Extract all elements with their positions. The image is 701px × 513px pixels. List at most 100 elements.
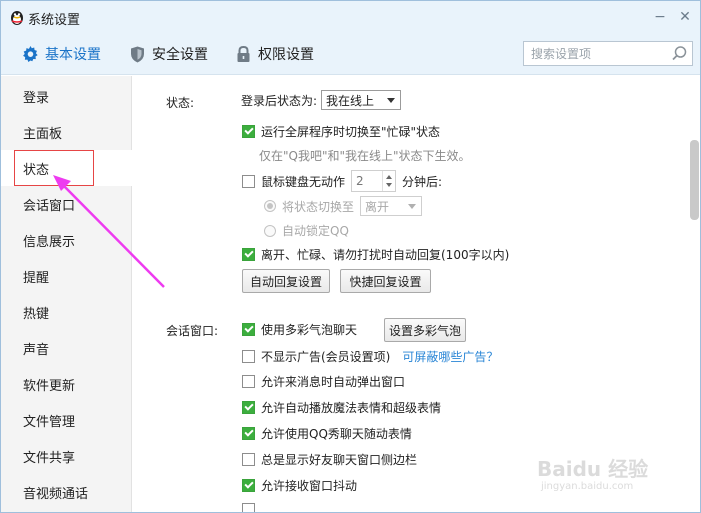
idle-minutes-value: 2: [356, 174, 364, 188]
window-title: 系统设置: [28, 13, 81, 28]
chevron-down-icon: [387, 98, 396, 103]
shield-icon: [128, 45, 146, 63]
quick-reply-settings-button[interactable]: 快捷回复设置: [340, 269, 431, 293]
sidebar-item-reminders[interactable]: 提醒: [1, 258, 132, 294]
idle-lock-option[interactable]: 自动锁定QQ: [264, 222, 349, 239]
checkbox[interactable]: [242, 427, 255, 440]
sidebar-item-av-call[interactable]: 音视频通话: [1, 474, 132, 510]
tab-basic-settings-label: 基本设置: [45, 47, 101, 63]
sidebar-item-label: 提醒: [23, 270, 50, 286]
sidebar-item-label: 会话窗口: [23, 198, 76, 214]
qq-penguin-icon: [8, 8, 26, 26]
chat-option-label: 允许来消息时自动弹出窗口: [261, 375, 406, 389]
sidebar-item-software-update[interactable]: 软件更新: [1, 366, 132, 402]
gear-icon: [21, 45, 39, 63]
sidebar-item-main-panel[interactable]: 主面板: [1, 114, 132, 150]
sidebar-item-label: 主面板: [23, 126, 63, 142]
checkbox[interactable]: [242, 479, 255, 492]
idle-switch-label: 将状态切换至: [282, 199, 355, 214]
chat-option-label: 不显示广告(会员设置项): [261, 350, 391, 364]
close-icon: ✕: [679, 9, 691, 25]
sidebar-item-info-display[interactable]: 信息展示: [1, 222, 132, 258]
search-input[interactable]: [524, 42, 664, 65]
settings-content: 状态: 登录后状态为: 我在线上 运行全屏程序时切换至"忙碌"状态 仅在"Q我吧…: [133, 76, 688, 512]
checkbox[interactable]: [242, 375, 255, 388]
lock-icon: [234, 45, 252, 63]
login-status-value: 我在线上: [326, 93, 375, 108]
auto-reply-label: 离开、忙碌、请勿打扰时自动回复(100字以内): [261, 248, 510, 262]
chat-option-magic-emoji[interactable]: 允许自动播放魔法表情和超级表情: [242, 399, 441, 416]
sidebar-item-hotkeys[interactable]: 热键: [1, 294, 132, 330]
status-section-label: 状态:: [166, 96, 195, 110]
tab-security-settings[interactable]: 安全设置: [128, 43, 208, 65]
fullscreen-busy-label: 运行全屏程序时切换至"忙碌"状态: [261, 125, 441, 139]
tab-permission-settings-label: 权限设置: [258, 47, 314, 63]
annotation-highlight-box: [14, 150, 94, 186]
auto-reply-settings-button[interactable]: 自动回复设置: [242, 269, 330, 293]
sidebar-item-label: 软件更新: [23, 378, 76, 394]
login-status-row: 登录后状态为: 我在线上: [241, 90, 402, 110]
scrollbar-thumb[interactable]: [690, 140, 699, 220]
settings-window: 系统设置 − ✕ 基本设置 安全设置 权限设置 搜索设置项 登录 主面板 状态 …: [0, 0, 701, 513]
sidebar: 登录 主面板 状态 会话窗口 信息展示 提醒 热键 声音 软件更新 文件管理 文…: [1, 76, 133, 512]
chevron-down-icon: [408, 204, 417, 209]
minimize-icon: −: [654, 9, 666, 25]
sidebar-item-label: 文件管理: [23, 414, 76, 430]
auto-reply-option[interactable]: 离开、忙碌、请勿打扰时自动回复(100字以内): [242, 246, 509, 263]
sidebar-item-sound[interactable]: 声音: [1, 330, 132, 366]
login-status-label: 登录后状态为:: [241, 93, 318, 108]
sidebar-item-label: 登录: [23, 90, 50, 106]
stepper-arrows-icon[interactable]: [382, 171, 395, 191]
idle-switch-select[interactable]: 离开: [360, 196, 423, 216]
set-bubble-label: 设置多彩气泡: [388, 323, 461, 338]
sidebar-item-file-management[interactable]: 文件管理: [1, 402, 132, 438]
idle-checkbox[interactable]: [242, 174, 255, 188]
idle-switch-option[interactable]: 将状态切换至 离开: [264, 196, 423, 216]
checkbox[interactable]: [242, 401, 255, 414]
checkbox[interactable]: [242, 453, 255, 466]
sidebar-item-chat-window[interactable]: 会话窗口: [1, 186, 132, 222]
blockable-ads-link[interactable]: 可屏蔽哪些广告？: [402, 348, 498, 365]
chat-option-partial[interactable]: [242, 503, 261, 512]
fullscreen-busy-option[interactable]: 运行全屏程序时切换至"忙碌"状态: [242, 123, 440, 140]
tab-basic-settings[interactable]: 基本设置: [21, 43, 101, 65]
idle-option: 鼠标键盘无动作 2 分钟后:: [242, 170, 442, 192]
idle-minutes-stepper[interactable]: 2: [351, 170, 397, 192]
sidebar-item-login[interactable]: 登录: [1, 78, 132, 114]
search-box: [523, 41, 693, 66]
close-button[interactable]: ✕: [675, 7, 695, 27]
sidebar-item-label: 音视频通话: [23, 486, 89, 502]
quick-reply-settings-label: 快捷回复设置: [349, 274, 422, 289]
idle-switch-radio[interactable]: [264, 200, 276, 212]
checkbox[interactable]: [242, 323, 255, 336]
minimize-button[interactable]: −: [650, 7, 670, 27]
chat-option-no-ads[interactable]: 不显示广告(会员设置项) 可屏蔽哪些广告？: [242, 348, 498, 365]
chat-option-label: 允许接收窗口抖动: [261, 479, 358, 493]
checkbox[interactable]: [242, 503, 255, 512]
auto-reply-checkbox[interactable]: [242, 248, 255, 261]
login-status-select[interactable]: 我在线上: [321, 90, 402, 110]
chat-option-bubble[interactable]: 使用多彩气泡聊天: [242, 321, 357, 338]
search-icon[interactable]: [671, 45, 688, 62]
chat-option-shake[interactable]: 允许接收窗口抖动: [242, 477, 357, 494]
chat-option-label: 总是显示好友聊天窗口侧边栏: [261, 453, 418, 467]
tab-security-settings-label: 安全设置: [152, 47, 208, 63]
chat-section-label: 会话窗口:: [166, 324, 219, 338]
sidebar-item-label: 信息展示: [23, 234, 76, 250]
fullscreen-busy-hint-text: 仅在"Q我吧"和"我在线上"状态下生效。: [259, 149, 471, 163]
sidebar-item-file-sharing[interactable]: 文件共享: [1, 438, 132, 474]
sidebar-item-label: 热键: [23, 306, 50, 322]
chat-option-label: 允许自动播放魔法表情和超级表情: [261, 401, 442, 415]
chat-option-label: 使用多彩气泡聊天: [261, 323, 358, 337]
chat-option-sidebar[interactable]: 总是显示好友聊天窗口侧边栏: [242, 451, 417, 468]
chat-option-qq-show[interactable]: 允许使用QQ秀聊天随动表情: [242, 425, 412, 442]
idle-switch-value: 离开: [365, 199, 390, 214]
chat-option-auto-popup[interactable]: 允许来消息时自动弹出窗口: [242, 373, 405, 390]
tab-permission-settings[interactable]: 权限设置: [234, 43, 314, 65]
fullscreen-busy-checkbox[interactable]: [242, 125, 255, 138]
set-bubble-button[interactable]: 设置多彩气泡: [384, 318, 466, 342]
idle-lock-radio[interactable]: [264, 224, 276, 237]
sidebar-item-label: 声音: [23, 342, 50, 358]
sidebar-item-label: 文件共享: [23, 450, 76, 466]
checkbox[interactable]: [242, 350, 255, 363]
